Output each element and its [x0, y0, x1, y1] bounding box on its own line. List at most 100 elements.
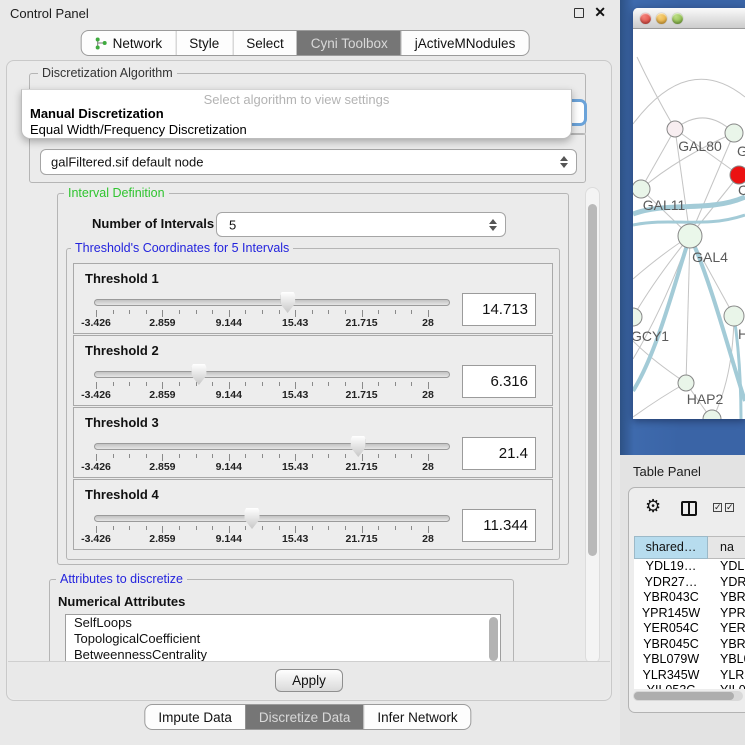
- dropdown-option-manual[interactable]: Manual Discretization: [22, 106, 571, 122]
- table-cell-shared-name: YBR045C: [634, 637, 708, 653]
- select-columns-icon[interactable]: ✓ ✓: [713, 503, 734, 512]
- table-cell-name: YIL0: [708, 683, 745, 689]
- checkbox-icon: ✓: [713, 503, 722, 512]
- column-header-name[interactable]: na: [708, 536, 745, 559]
- table-panel-title: Table Panel: [633, 464, 701, 479]
- group-title: Interval Definition: [64, 187, 169, 200]
- tab-label: Discretize Data: [259, 710, 351, 725]
- node-label-gal80: GAL80: [678, 138, 722, 154]
- minimize-traffic-light-icon[interactable]: [656, 13, 667, 24]
- node-gal4[interactable]: [678, 224, 702, 248]
- zoom-traffic-light-icon[interactable]: [672, 13, 683, 24]
- column-header-shared-name[interactable]: shared…: [634, 536, 708, 559]
- apply-button[interactable]: Apply: [275, 669, 343, 692]
- combobox-stepper-icon: [488, 219, 496, 231]
- tab-network[interactable]: Network: [82, 31, 176, 55]
- attribute-list-item[interactable]: BetweennessCentrality: [66, 647, 500, 662]
- tab-jactivemnodules[interactable]: jActiveMNodules: [401, 31, 529, 55]
- algorithm-dropdown-list: Select algorithm to view settings Manual…: [21, 89, 572, 139]
- tab-label: Cyni Toolbox: [311, 36, 388, 51]
- attribute-list-item[interactable]: SelfLoops: [66, 615, 500, 631]
- node-gal80[interactable]: [667, 121, 683, 137]
- settings-scroll-area: Interval Definition Number of Intervals …: [21, 187, 600, 664]
- table-row[interactable]: YER054C YER0: [634, 621, 745, 637]
- slider-thumb[interactable]: [245, 508, 260, 529]
- slider-thumb[interactable]: [191, 364, 206, 385]
- numerical-attributes-label: Numerical Attributes: [58, 594, 185, 609]
- table-cell-shared-name: YER054C: [634, 621, 708, 637]
- node-label-partial-low: H: [738, 326, 745, 342]
- group-title: Threshold's Coordinates for 5 Intervals: [71, 241, 293, 255]
- threshold-value-field[interactable]: 6.316: [462, 365, 536, 398]
- table-cell-shared-name: YIL053C: [634, 683, 708, 689]
- threshold-value-field[interactable]: 21.4: [462, 437, 536, 470]
- number-of-intervals-combobox[interactable]: 5: [216, 212, 506, 237]
- thresholds-group: Threshold's Coordinates for 5 Intervals …: [66, 248, 560, 560]
- scrollbar-thumb[interactable]: [588, 204, 597, 556]
- threshold-panel: Threshold 3 -3.4262.8599.14415.4321.7152…: [73, 407, 553, 478]
- table-cell-name: YDL1: [708, 559, 745, 575]
- network-window-titlebar: [633, 8, 745, 29]
- settings-scrollbar[interactable]: [585, 187, 600, 664]
- node-partial-low-right[interactable]: [724, 306, 744, 326]
- tab-style[interactable]: Style: [175, 31, 232, 55]
- table-panel-box: ⚙ ✓ ✓ shared… na YDL19… YDL1 YDR27… YDR2: [628, 487, 745, 713]
- dropdown-option-equal-width[interactable]: Equal Width/Frequency Discretization: [22, 122, 571, 138]
- table-cell-shared-name: YBR043C: [634, 590, 708, 606]
- node-label-hap2: HAP2: [687, 391, 724, 407]
- table-horizontal-scrollbar[interactable]: [633, 691, 743, 701]
- float-window-icon[interactable]: [574, 8, 584, 18]
- control-panel: Control Panel ✕ Network Style Select Cyn…: [0, 0, 620, 745]
- list-scrollbar[interactable]: [489, 617, 498, 661]
- tab-cyni-toolbox[interactable]: Cyni Toolbox: [297, 31, 401, 55]
- table-row[interactable]: YBR045C YBR0: [634, 637, 745, 653]
- table-data-combobox[interactable]: galFiltered.sif default node: [40, 149, 577, 175]
- table-cell-name: YER0: [708, 621, 745, 637]
- close-icon[interactable]: ✕: [594, 4, 606, 21]
- network-canvas[interactable]: GAL80 GA C GAL11 GAL4 GCY1 H HAP2: [633, 29, 745, 419]
- scrollbar-thumb[interactable]: [634, 692, 734, 700]
- tab-select[interactable]: Select: [232, 31, 297, 55]
- dropdown-placeholder: Select algorithm to view settings: [22, 90, 571, 106]
- attribute-list-item[interactable]: TopologicalCoefficient: [66, 631, 500, 647]
- table-cell-name: YBR0: [708, 637, 745, 653]
- panel-title: Control Panel: [10, 6, 89, 21]
- node-gal11[interactable]: [633, 180, 650, 198]
- table-data-group: Table Data galFiltered.sif default node: [29, 133, 586, 183]
- table-row[interactable]: YPR145W YPR1: [634, 606, 745, 622]
- threshold-label: Threshold 3: [85, 415, 159, 430]
- table-cell-name: YBL0: [708, 652, 745, 668]
- columns-icon[interactable]: [681, 501, 697, 516]
- tab-discretize-data[interactable]: Discretize Data: [245, 705, 364, 729]
- network-view-window[interactable]: GAL80 GA C GAL11 GAL4 GCY1 H HAP2: [633, 8, 745, 419]
- table-row[interactable]: YDR27… YDR2: [634, 575, 745, 591]
- attributes-group: Attributes to discretize Numerical Attri…: [49, 579, 514, 664]
- close-traffic-light-icon[interactable]: [640, 13, 651, 24]
- table-panel: Table Panel ⚙ ✓ ✓ shared… na YDL19… YDL1…: [620, 455, 745, 745]
- node-hap2[interactable]: [678, 375, 694, 391]
- slider-thumb[interactable]: [351, 436, 366, 457]
- table-row[interactable]: YDL19… YDL1: [634, 559, 745, 575]
- slider-thumb[interactable]: [280, 292, 295, 313]
- threshold-value-field[interactable]: 11.344: [462, 509, 536, 542]
- number-of-intervals-label: Number of Intervals: [92, 216, 214, 231]
- node-label-partial-mid: C: [738, 182, 745, 198]
- table-row[interactable]: YLR345W YLR3: [634, 668, 745, 684]
- table-row[interactable]: YBR043C YBR0: [634, 590, 745, 606]
- threshold-label: Threshold 1: [85, 271, 159, 286]
- node-label-partial-top: GA: [737, 143, 745, 159]
- tab-label: Infer Network: [377, 710, 457, 725]
- gear-icon[interactable]: ⚙: [645, 496, 661, 517]
- threshold-value-field[interactable]: 14.713: [462, 293, 536, 326]
- table-cell-name: YDR2: [708, 575, 745, 591]
- node-gcy1[interactable]: [633, 308, 642, 326]
- checkbox-icon: ✓: [725, 503, 734, 512]
- threshold-panel: Threshold 4 -3.4262.8599.14415.4321.7152…: [73, 479, 553, 550]
- node-partial-top-right[interactable]: [725, 124, 743, 142]
- tab-impute-data[interactable]: Impute Data: [145, 705, 245, 729]
- tab-label: Impute Data: [158, 710, 232, 725]
- table-row[interactable]: YIL053C YIL0: [634, 683, 745, 689]
- tab-infer-network[interactable]: Infer Network: [363, 705, 470, 729]
- tab-label: jActiveMNodules: [415, 36, 516, 51]
- table-row[interactable]: YBL079W YBL0: [634, 652, 745, 668]
